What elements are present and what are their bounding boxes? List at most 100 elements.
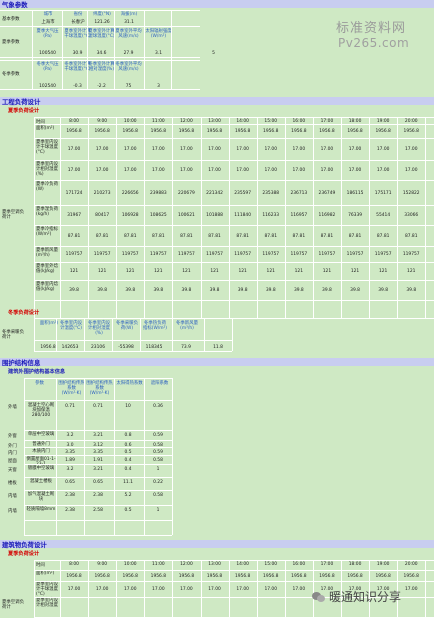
engineering-cell: 31967	[67, 213, 82, 218]
grid-line	[312, 117, 314, 318]
building-hour-header: 12:00	[180, 562, 193, 567]
engineering-cell: 111840	[234, 213, 252, 218]
envelope-cell: 3.21	[93, 467, 103, 472]
envelope-group: 屋面	[8, 459, 17, 464]
watermark-site-url: Pv265.com	[338, 36, 410, 50]
envelope-cell: 11.1	[123, 480, 133, 485]
grid-line	[24, 520, 172, 521]
engineering-cell: 17.00	[208, 168, 221, 173]
building-cell: 17.00	[208, 587, 221, 592]
engineering-cell: 39.8	[181, 288, 192, 293]
engineering-cell: 17.00	[404, 168, 418, 173]
envelope-group: 外窗	[8, 434, 17, 439]
envelope-cell: 0.5	[124, 508, 132, 513]
weather-basic-label: 基本参数	[2, 17, 20, 22]
engineering-cell: 17.00	[320, 147, 334, 152]
section-band-building	[0, 540, 434, 548]
grid-line	[172, 318, 173, 351]
engineering-row-label: 夏季冷指标(W/m²)	[36, 227, 58, 237]
engineering-cell: 121	[154, 269, 163, 274]
envelope-group: 内墙	[8, 494, 17, 499]
engineering-cell: 17.00	[67, 168, 81, 173]
engineering-cell: 119757	[374, 252, 392, 257]
grid-line	[24, 440, 172, 441]
grid-line	[34, 318, 232, 319]
engineering-cell: 121	[322, 269, 332, 274]
winter-header: 冬季采暖负荷(W)	[116, 321, 138, 331]
building-cell: 1956.8	[263, 573, 279, 579]
envelope-name: 轻质隔墙8mm	[26, 507, 56, 512]
grid-line	[34, 560, 35, 617]
engineering-cell: 119757	[262, 252, 280, 257]
grid-line	[24, 378, 25, 535]
engineering-cell: 119757	[149, 252, 167, 257]
grid-line	[24, 464, 172, 465]
building-hour-header: 8:00	[69, 562, 79, 567]
grid-line	[34, 160, 434, 161]
engineering-cell: 17.00	[123, 168, 137, 173]
weather-summer-header: 夏季室外计算湿球温度(°C)	[88, 29, 115, 39]
engineering-cell: 1956.8	[291, 129, 307, 134]
grid-line	[0, 89, 200, 90]
grid-line	[284, 560, 286, 617]
grid-line	[34, 124, 434, 125]
engineering-cell: 17.00	[348, 168, 362, 173]
engineering-cell: 80417	[95, 213, 110, 218]
engineering-cell: 17.00	[180, 168, 193, 173]
grid-line	[88, 117, 90, 318]
building-hour-header: 16:00	[292, 562, 306, 567]
envelope-group: 天窗	[8, 468, 17, 473]
engineering-cell: 119757	[234, 252, 252, 257]
weather-basic-header: 纬度(°N)	[93, 12, 111, 17]
envelope-group: 内门	[8, 451, 17, 456]
grid-line	[34, 138, 434, 139]
grid-line	[397, 117, 399, 318]
envelope-cell: 2.38	[93, 493, 103, 498]
engineering-cell: 121	[182, 269, 191, 274]
envelope-header: 参数	[35, 381, 44, 386]
building-cell: 17.00	[264, 587, 278, 592]
grid-line	[56, 378, 57, 535]
building-cell: 1956.8	[94, 573, 110, 579]
weather-summer-value: 3.1	[155, 51, 162, 56]
engineering-cell: 87.81	[292, 233, 306, 239]
grid-line	[171, 10, 172, 90]
engineering-summer-subtitle: 夏季负荷设计	[8, 108, 40, 114]
engineering-cell: 119757	[65, 252, 83, 257]
engineering-cell: 17.00	[264, 147, 278, 152]
grid-line	[0, 57, 200, 58]
engineering-cell: 87.81	[404, 233, 418, 239]
grid-line	[34, 340, 232, 341]
grid-line	[369, 117, 371, 318]
engineering-cell: 17.00	[348, 147, 362, 152]
building-cell: 1956.8	[150, 573, 167, 579]
envelope-cell: 0.22	[153, 480, 163, 485]
grid-line	[0, 10, 200, 11]
grid-line	[34, 560, 434, 561]
envelope-name: 木质内门	[32, 449, 50, 454]
engineering-cell: 39.8	[350, 288, 360, 293]
building-cell: 17.00	[152, 587, 165, 592]
envelope-subtitle: 建筑外围护结构基本信息	[8, 369, 66, 375]
engineering-cell: 220679	[178, 190, 195, 196]
grid-line	[60, 117, 61, 318]
building-cell: 1956.8	[375, 573, 391, 579]
grid-line	[62, 10, 63, 90]
engineering-cell: 171724	[65, 190, 83, 196]
grid-line	[24, 455, 172, 456]
winter-header: 冬季室内设计相对湿度(%)	[88, 321, 110, 336]
building-cell: 17.00	[95, 587, 109, 592]
envelope-cell: 0.58	[153, 493, 163, 498]
engineering-row-label: 面积(m²)	[36, 126, 55, 131]
engineering-cell: 39.8	[153, 288, 164, 293]
envelope-cell: 3.2	[66, 467, 74, 472]
envelope-name: 混凝土楼板	[30, 479, 52, 484]
engineering-cell: 17.00	[236, 147, 249, 152]
winter-value: 118345	[145, 345, 163, 350]
building-cell: 17.00	[180, 587, 193, 592]
engineering-cell: 87.81	[376, 233, 390, 239]
grid-line	[24, 477, 172, 478]
engineering-cell: 1956.8	[66, 129, 82, 134]
weather-summer-value: 100540	[39, 51, 56, 56]
engineering-cell: 1956.8	[319, 129, 335, 134]
